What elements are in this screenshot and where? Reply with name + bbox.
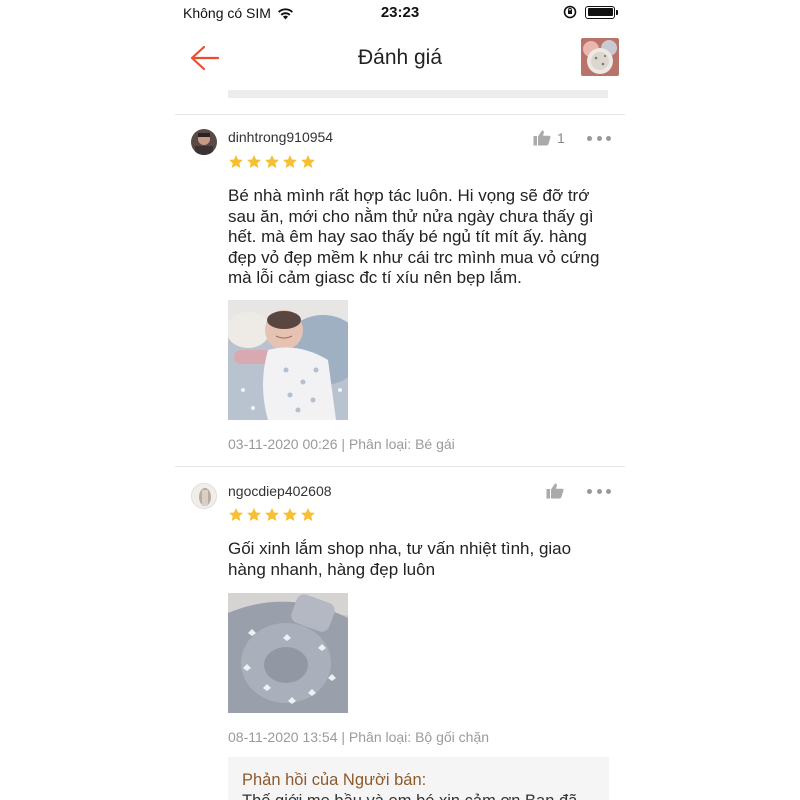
star-icon <box>265 155 279 168</box>
avatar-image <box>191 129 217 155</box>
avatar[interactable] <box>191 483 217 509</box>
review-text-line: Bé nhà mình rất hợp tác luôn. Hi vọng sẽ… <box>228 186 590 205</box>
previous-content-strip <box>228 90 608 98</box>
review-meta: 08-11-2020 13:54 | Phân loại: Bộ gối chặ… <box>228 729 490 745</box>
like-button[interactable]: 1 <box>533 129 565 146</box>
avatar[interactable] <box>191 129 217 155</box>
review-text-line: Gối xinh lắm shop nha, tư vấn nhiệt tình… <box>228 539 572 558</box>
review-photo[interactable] <box>228 593 348 713</box>
dot-icon <box>606 135 611 141</box>
star-icon <box>229 508 243 521</box>
star-icon <box>247 155 261 168</box>
status-indicators <box>563 5 618 19</box>
review-text-line: hàng nhanh, hàng đẹp luôn <box>228 559 436 579</box>
star-icon <box>283 508 297 521</box>
product-thumbnail-image <box>581 38 619 76</box>
star-icon <box>247 508 261 521</box>
review-text: Bé nhà mình rất hợp tác luôn. Hi vọng sẽ… <box>228 186 608 289</box>
review-text-line: hết. mà êm hay sao thấy bé ngủ tít mít ấ… <box>228 227 587 246</box>
star-icon <box>283 155 297 168</box>
page-title: Đánh giá <box>357 46 443 69</box>
star-rating <box>228 154 316 170</box>
dot-icon <box>606 488 611 494</box>
divider <box>175 114 625 115</box>
more-options-button[interactable] <box>587 132 611 144</box>
avatar-image <box>192 484 216 508</box>
like-button[interactable] <box>546 482 570 499</box>
star-icon <box>265 508 279 521</box>
nav-bar: Đánh giá <box>175 30 625 88</box>
star-icon <box>301 155 315 168</box>
star-rating <box>228 507 316 523</box>
divider <box>175 466 625 467</box>
review-photo-baby <box>228 300 348 420</box>
dot-icon <box>587 488 592 494</box>
seller-reply: Phản hồi của Người bán: Thế giới mẹ bầu … <box>228 757 609 800</box>
battery-icon <box>585 5 618 19</box>
dot-icon <box>596 135 602 141</box>
seller-reply-text: Thế giới mẹ bầu và em bé xin cảm ơn Bạn … <box>242 792 577 800</box>
seller-reply-label: Phản hồi của Người bán: <box>242 771 427 789</box>
star-icon <box>229 155 243 168</box>
status-time: 23:23 <box>380 4 420 21</box>
like-count: 1 <box>557 129 565 146</box>
dot-icon <box>596 488 602 494</box>
review-photo[interactable] <box>228 300 348 420</box>
thumbs-up-icon <box>533 130 551 146</box>
review-meta: 03-11-2020 00:26 | Phân loại: Bé gái <box>228 436 455 452</box>
review-text-line: sau ăn, mới cho nằm thử nửa ngày chưa th… <box>228 206 594 226</box>
rotation-lock-icon <box>563 5 577 19</box>
dot-icon <box>587 135 592 141</box>
more-options-button[interactable] <box>587 485 611 497</box>
review-photo-pillow <box>228 593 348 713</box>
review-text-line: mà lỗi cảm giasc đc tí xíu nên bẹp lắm. <box>228 268 522 287</box>
reviewer-username[interactable]: dinhtrong910954 <box>228 129 333 145</box>
review-text-line: đẹp vỏ đẹp mềm k như cái trc mình mua vỏ… <box>228 247 600 267</box>
status-bar: Không có SIM 23:23 <box>175 0 625 26</box>
reviewer-username[interactable]: ngocdiep402608 <box>228 483 332 499</box>
phone-screen: Không có SIM 23:23 Đánh giá dinhtrong910… <box>175 0 625 800</box>
review-text: Gối xinh lắm shop nha, tư vấn nhiệt tình… <box>228 539 608 580</box>
thumbs-up-icon <box>546 483 564 499</box>
star-icon <box>301 508 315 521</box>
product-thumbnail[interactable] <box>581 38 619 76</box>
